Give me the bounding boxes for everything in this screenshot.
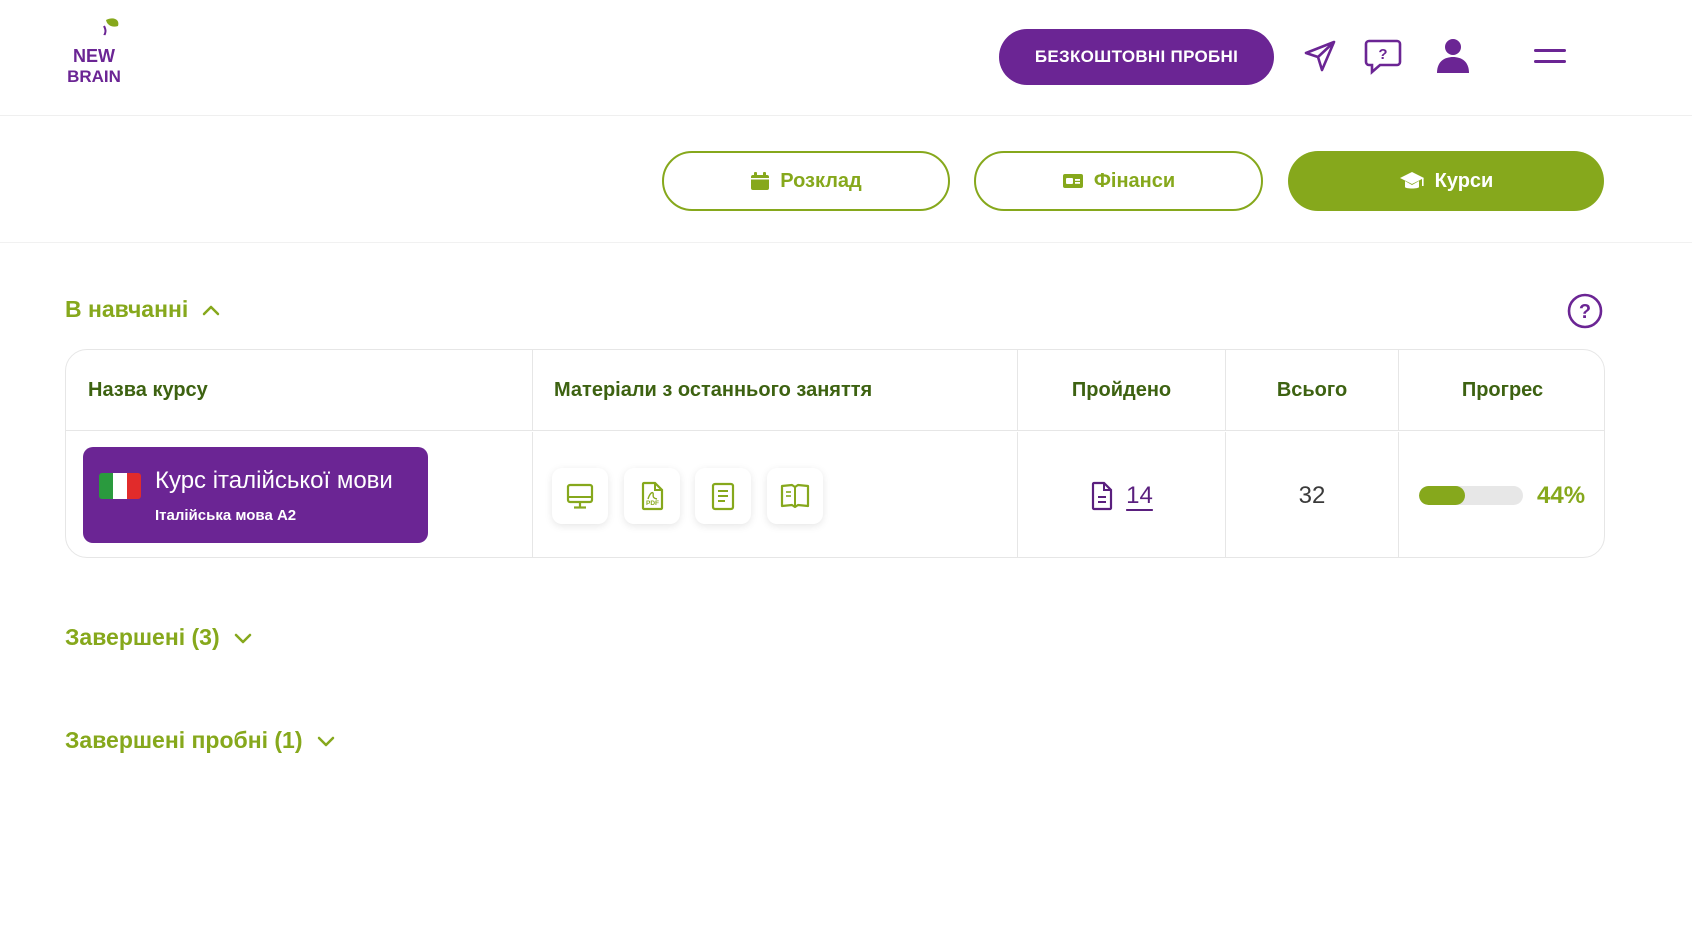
free-trials-button[interactable]: БЕЗКОШТОВНІ ПРОБНІ xyxy=(999,29,1274,85)
file-icon xyxy=(1092,481,1113,510)
tab-schedule[interactable]: Розклад xyxy=(662,151,950,211)
course-cell: Курс італійської мови Італійська мова А2 xyxy=(66,432,533,557)
book-icon[interactable] xyxy=(767,468,823,524)
help-icon[interactable]: ? xyxy=(1567,293,1603,329)
table-header: Назва курсу Матеріали з останнього занят… xyxy=(66,350,1604,431)
menu-icon[interactable] xyxy=(1528,34,1572,78)
progress-bar xyxy=(1419,486,1523,505)
logo-text-top: NEW xyxy=(73,46,115,66)
courses-table: Назва курсу Матеріали з останнього занят… xyxy=(65,349,1605,558)
tab-courses[interactable]: Курси xyxy=(1288,151,1604,211)
progress-bar-fill xyxy=(1419,486,1465,505)
in-progress-title: В навчанні xyxy=(65,296,189,322)
svg-text:?: ? xyxy=(1579,301,1591,323)
progress-indicator: 44% xyxy=(1399,482,1585,510)
total-count: 32 xyxy=(1298,481,1326,509)
completed-trials-toggle[interactable]: Завершені пробні (1) xyxy=(65,727,335,754)
graduation-cap-icon xyxy=(1399,172,1424,189)
column-header-progress: Прогрес xyxy=(1461,378,1544,401)
pdf-icon[interactable]: PDF xyxy=(624,468,680,524)
column-header-passed: Пройдено xyxy=(1018,350,1226,430)
tab-finance[interactable]: Фінанси xyxy=(974,151,1263,211)
newbrain-logo[interactable]: NEW BRAIN xyxy=(60,16,128,96)
course-subtitle: Італійська мова А2 xyxy=(155,507,297,524)
svg-text:PDF: PDF xyxy=(646,500,659,507)
section-nav: Розклад Фінанси Курси xyxy=(0,117,1692,243)
document-icon[interactable] xyxy=(695,468,751,524)
tab-courses-label: Курси xyxy=(1434,169,1494,192)
wallet-icon xyxy=(1062,174,1083,188)
table-row: Курс італійської мови Італійська мова А2… xyxy=(66,432,1604,557)
chevron-up-icon xyxy=(203,305,220,315)
flag-stripe-green xyxy=(99,473,113,499)
completed-toggle[interactable]: Завершені (3) xyxy=(65,624,252,651)
send-icon[interactable] xyxy=(1298,34,1342,78)
chevron-down-icon xyxy=(317,736,334,746)
course-title: Курс італійської мови xyxy=(155,467,393,494)
passed-link[interactable]: 14 xyxy=(1090,481,1153,511)
flag-stripe-white xyxy=(113,473,127,499)
logo-text-bottom: BRAIN xyxy=(67,67,121,86)
completed-title: Завершені (3) xyxy=(65,624,220,650)
tab-finance-label: Фінанси xyxy=(1093,169,1176,192)
flag-stripe-red xyxy=(127,473,141,499)
svg-text:?: ? xyxy=(1378,46,1387,63)
in-progress-toggle[interactable]: В навчанні xyxy=(65,296,220,323)
calendar-icon xyxy=(751,172,770,190)
help-chat-icon[interactable]: ? xyxy=(1361,34,1405,78)
progress-percent: 44% xyxy=(1537,481,1586,509)
materials-cell: PDF xyxy=(533,432,1018,557)
completed-trials-title: Завершені пробні (1) xyxy=(65,727,303,753)
italy-flag-icon xyxy=(99,473,141,499)
presentation-icon[interactable] xyxy=(552,468,608,524)
column-header-total: Всього xyxy=(1226,350,1399,430)
column-header-materials: Матеріали з останнього заняття xyxy=(533,350,1018,430)
chevron-down-icon xyxy=(234,633,251,643)
tab-schedule-label: Розклад xyxy=(780,169,862,192)
column-header-course: Назва курсу xyxy=(66,350,533,430)
top-header: NEW BRAIN БЕЗКОШТОВНІ ПРОБНІ ? xyxy=(0,0,1692,116)
progress-cell: 44% xyxy=(1399,432,1604,557)
passed-count: 14 xyxy=(1126,481,1153,509)
total-cell: 32 xyxy=(1226,432,1399,557)
course-card[interactable]: Курс італійської мови Італійська мова А2 xyxy=(83,447,428,543)
passed-cell: 14 xyxy=(1018,432,1226,557)
user-icon[interactable] xyxy=(1431,34,1475,78)
